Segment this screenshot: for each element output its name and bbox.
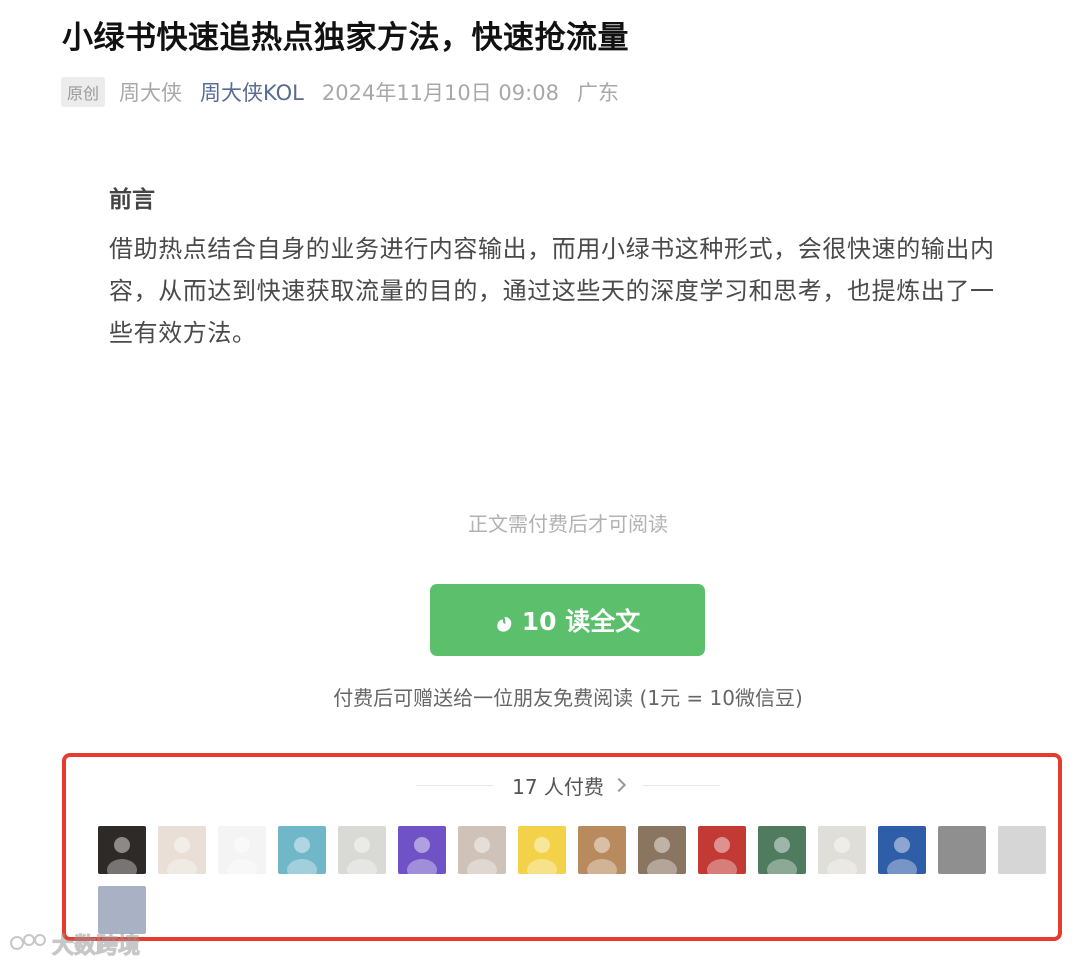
- article-page: 小绿书快速追热点独家方法，快速抢流量 原创 周大侠 周大侠KOL 2024年11…: [0, 0, 1080, 966]
- payer-avatar[interactable]: [638, 826, 686, 874]
- payer-avatar[interactable]: [938, 826, 986, 874]
- payer-avatar[interactable]: [998, 826, 1046, 874]
- watermark-logo-icon: [8, 931, 48, 957]
- payer-avatar[interactable]: [218, 826, 266, 874]
- article-title: 小绿书快速追热点独家方法，快速抢流量: [62, 20, 629, 56]
- watermark: 大数跨境: [8, 928, 141, 960]
- payer-avatar[interactable]: [698, 826, 746, 874]
- payer-avatar[interactable]: [578, 826, 626, 874]
- payers-count-link[interactable]: 17 人付费: [512, 771, 626, 800]
- article-body: 借助热点结合自身的业务进行内容输出，而用小绿书这种形式，会很快速的输出内容，从而…: [109, 235, 995, 347]
- payer-avatar[interactable]: [158, 826, 206, 874]
- watermark-text: 大数跨境: [51, 934, 141, 960]
- payer-avatar[interactable]: [878, 826, 926, 874]
- article-meta: 原创 周大侠 周大侠KOL 2024年11月10日 09:08 广东: [61, 76, 619, 108]
- wechat-bean-icon: [495, 611, 514, 632]
- chevron-right-icon: [611, 777, 626, 793]
- right-divider: [641, 784, 720, 786]
- payer-avatar[interactable]: [98, 826, 146, 874]
- gift-note: 付费后可赠送给一位朋友免费阅读 (1元 = 10微信豆): [333, 686, 803, 710]
- payer-avatar[interactable]: [458, 826, 506, 874]
- author-name: 周大侠: [119, 81, 183, 105]
- payer-avatar[interactable]: [518, 826, 566, 874]
- payer-avatar[interactable]: [758, 826, 806, 874]
- read-full-text-button[interactable]: 10 读全文: [430, 584, 705, 656]
- read-button-label: 10 读全文: [521, 607, 641, 636]
- preface-heading: 前言: [109, 187, 155, 213]
- left-divider: [416, 784, 495, 786]
- original-badge: 原创: [61, 77, 106, 107]
- payer-avatar[interactable]: [98, 886, 146, 934]
- payer-avatar[interactable]: [818, 826, 866, 874]
- payer-avatar-list: [98, 826, 1058, 934]
- payers-header: 17 人付费: [0, 770, 1080, 800]
- payers-count-label: 17 人付费: [512, 774, 604, 799]
- payer-avatar[interactable]: [398, 826, 446, 874]
- account-link[interactable]: 周大侠KOL: [200, 77, 304, 107]
- publish-location: 广东: [576, 81, 619, 105]
- payer-avatar[interactable]: [338, 826, 386, 874]
- paywall-note: 正文需付费后才可阅读: [468, 512, 668, 536]
- publish-date: 2024年11月10日 09:08: [321, 81, 559, 105]
- payer-avatar[interactable]: [278, 826, 326, 874]
